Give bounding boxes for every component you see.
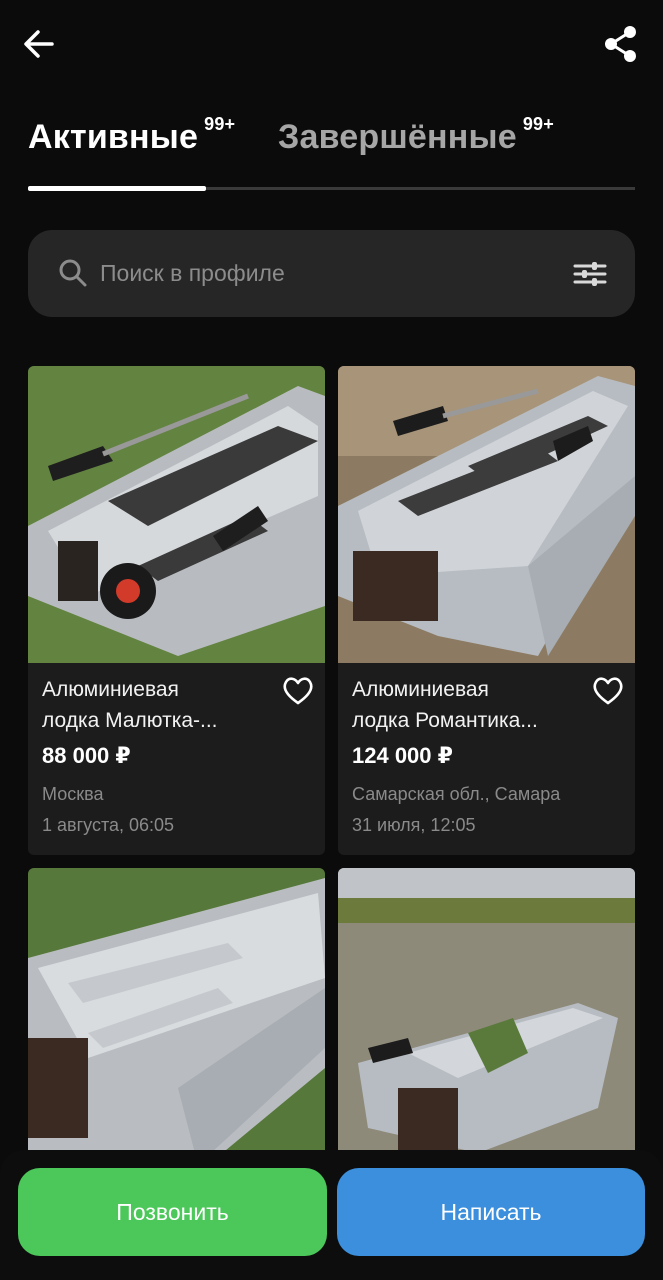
- search-icon: [59, 259, 87, 287]
- tab-completed-label: Завершённые: [278, 118, 517, 156]
- tab-completed[interactable]: Завершённые 99+: [278, 114, 554, 157]
- listing-tabs: Активные 99+ Завершённые 99+: [28, 114, 635, 193]
- write-button[interactable]: Написать: [337, 1168, 645, 1256]
- top-bar: [0, 0, 663, 90]
- listing-title: Алюминиевая лодка Романтика...: [352, 674, 582, 736]
- listing-photo-boat: [28, 868, 325, 1158]
- listing-title-line: лодка Малютка-...: [42, 709, 218, 732]
- listing-price: 88 000 ₽: [42, 743, 131, 768]
- listing-date: 1 августа, 06:05: [42, 815, 175, 835]
- listing-card[interactable]: [338, 868, 635, 1158]
- listing-title-line: лодка Романтика...: [352, 709, 538, 732]
- share-icon: [605, 26, 636, 62]
- listing-price: 124 000 ₽: [352, 743, 453, 768]
- listing-title: Алюминиевая лодка Малютка-...: [42, 674, 272, 736]
- tab-active-count: 99+: [204, 114, 236, 134]
- listing-card[interactable]: Алюминиевая лодка Романтика... 124 000 ₽…: [338, 366, 635, 855]
- listing-date: 31 июля, 12:05: [352, 815, 476, 835]
- share-button[interactable]: [603, 24, 643, 64]
- listing-location: Москва: [42, 784, 104, 804]
- tab-active[interactable]: Активные 99+: [28, 114, 235, 157]
- back-button[interactable]: [22, 26, 62, 62]
- tab-completed-count: 99+: [522, 114, 554, 134]
- listing-card[interactable]: Алюминиевая лодка Малютка-... 88 000 ₽ М…: [28, 366, 325, 855]
- listing-title-line: Алюминиевая: [42, 678, 179, 701]
- favorite-heart-icon[interactable]: [281, 674, 315, 708]
- listing-photo-boat: [338, 868, 635, 1158]
- tab-indicator: [28, 186, 206, 191]
- tab-active-label: Активные: [28, 118, 199, 156]
- listing-photo-boat: [28, 366, 325, 663]
- listing-card[interactable]: [28, 868, 325, 1158]
- call-button[interactable]: Позвонить: [18, 1168, 327, 1256]
- favorite-heart-icon[interactable]: [591, 674, 625, 708]
- filter-icon[interactable]: [573, 257, 607, 291]
- search-bar[interactable]: [28, 230, 635, 317]
- listing-location: Самарская обл., Самара: [352, 784, 561, 804]
- listing-title-line: Алюминиевая: [352, 678, 489, 701]
- listing-photo-boat: [338, 366, 635, 663]
- bottom-action-bar: Позвонить Написать: [0, 1150, 663, 1280]
- search-input[interactable]: [100, 230, 540, 317]
- back-arrow-icon: [24, 30, 54, 58]
